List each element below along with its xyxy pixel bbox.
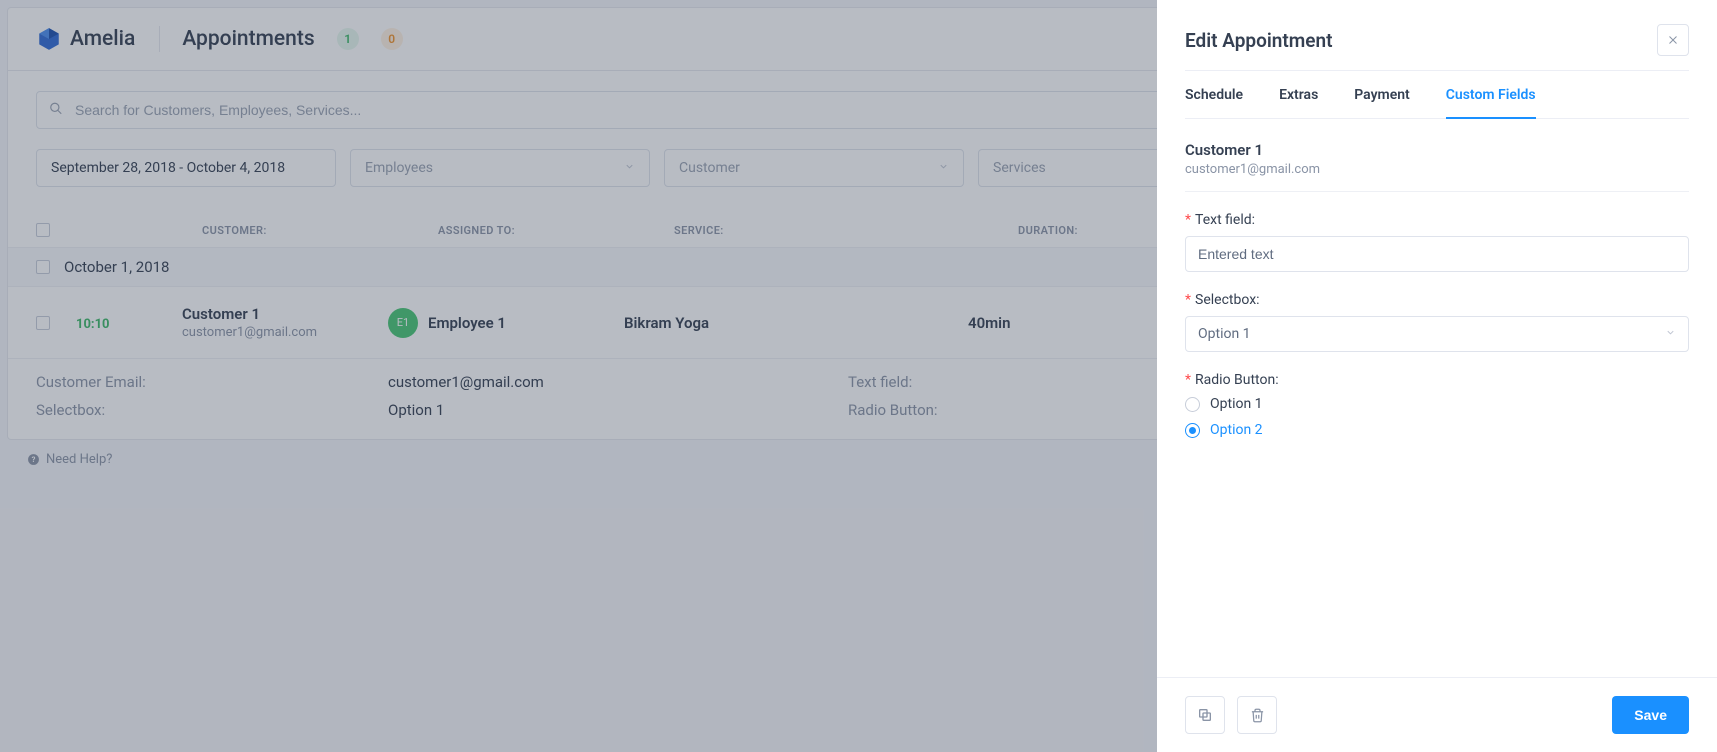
chevron-down-icon xyxy=(1665,326,1676,342)
tab-payment[interactable]: Payment xyxy=(1354,71,1410,118)
save-button[interactable]: Save xyxy=(1612,696,1689,734)
tab-custom-fields[interactable]: Custom Fields xyxy=(1446,71,1536,119)
tab-schedule[interactable]: Schedule xyxy=(1185,71,1243,118)
text-field-label: *Text field: xyxy=(1185,212,1689,228)
duplicate-button[interactable] xyxy=(1185,696,1225,734)
delete-button[interactable] xyxy=(1237,696,1277,734)
panel-customer-name: Customer 1 xyxy=(1185,141,1689,159)
radio-label: *Radio Button: xyxy=(1185,372,1689,388)
radio-icon xyxy=(1185,397,1200,412)
close-button[interactable] xyxy=(1657,24,1689,56)
trash-icon xyxy=(1250,708,1265,723)
close-icon xyxy=(1667,34,1679,46)
radio-option-1[interactable]: Option 1 xyxy=(1185,396,1689,412)
radio-option-1-label: Option 1 xyxy=(1210,396,1263,412)
radio-option-2-label: Option 2 xyxy=(1210,422,1263,438)
radio-icon xyxy=(1185,423,1200,438)
tab-extras[interactable]: Extras xyxy=(1279,71,1318,118)
panel-customer-block: Customer 1 customer1@gmail.com xyxy=(1185,137,1689,192)
panel-customer-email: customer1@gmail.com xyxy=(1185,162,1689,177)
copy-icon xyxy=(1197,707,1213,723)
radio-option-2[interactable]: Option 2 xyxy=(1185,422,1689,438)
selectbox-label: *Selectbox: xyxy=(1185,292,1689,308)
selectbox-input[interactable]: Option 1 xyxy=(1185,316,1689,352)
panel-tabs: Schedule Extras Payment Custom Fields xyxy=(1185,71,1689,119)
text-field-input[interactable] xyxy=(1185,236,1689,272)
selectbox-value: Option 1 xyxy=(1198,326,1251,342)
edit-appointment-panel: Edit Appointment Schedule Extras Payment… xyxy=(1157,0,1717,752)
panel-title: Edit Appointment xyxy=(1185,29,1333,52)
